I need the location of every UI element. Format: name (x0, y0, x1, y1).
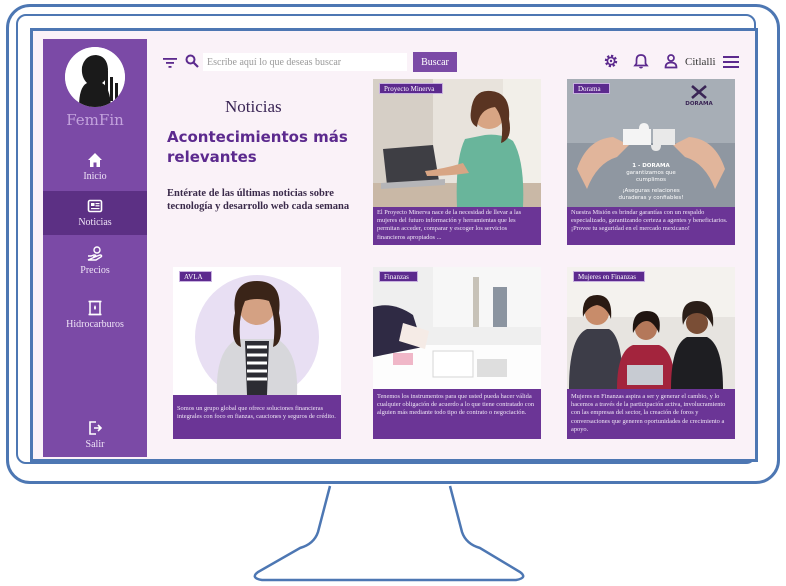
dorama-heading: 1 - DORAMA (632, 163, 670, 169)
news-card[interactable]: Proyecto Minerva El Proyecto Minerva nac… (373, 79, 541, 245)
card-description: Mujeres en Finanzas aspira a ser y gener… (571, 393, 726, 433)
news-card[interactable]: Mujeres en Finanzas Mujeres en Finanzas … (567, 267, 735, 439)
news-card[interactable]: Dorama DORAMA 1 - DORAMA garantizamos qu… (567, 79, 735, 245)
card-description: Tenemos los instrumentos para que usted … (377, 393, 535, 417)
search-input[interactable] (203, 53, 407, 71)
subtitle: Entérate de las últimas noticias sobre t… (167, 188, 350, 212)
filter-icon[interactable] (163, 57, 177, 69)
dorama-line: duraderas y confiables! (618, 195, 684, 201)
home-icon (88, 153, 102, 167)
nav-label: Inicio (83, 171, 107, 182)
dorama-line: garantizamos que cumplimos (626, 170, 676, 183)
search-icon[interactable] (185, 54, 199, 68)
menu-icon[interactable] (723, 56, 739, 68)
nav-item-inicio[interactable]: Inicio (43, 145, 147, 189)
card-tag: Dorama (573, 83, 610, 94)
bell-icon[interactable] (633, 53, 649, 69)
brand-name: FemFin (66, 111, 124, 129)
card-image (173, 267, 341, 395)
logout-icon (89, 421, 103, 435)
search-button[interactable]: Buscar (413, 52, 457, 72)
dorama-logo: DORAMA (679, 85, 719, 107)
card-tag: Finanzas (379, 271, 418, 282)
card-tag: AVLA (179, 271, 212, 282)
dorama-logo-text: DORAMA (685, 101, 713, 107)
femfin-logo (65, 47, 125, 107)
news-icon (87, 199, 103, 213)
card-description: El Proyecto Minerva nace de la necesidad… (377, 209, 522, 241)
card-image (373, 267, 541, 389)
nav-item-noticias[interactable]: Noticias (43, 191, 147, 235)
sidebar: FemFin Inicio Noticias Precios Hidrocarb… (43, 39, 147, 457)
news-card[interactable]: Finanzas Tenemos los instrumentos para q… (373, 267, 541, 439)
nav-item-salir[interactable]: Salir (43, 413, 147, 457)
nav-item-hidrocarburos[interactable]: Hidrocarburos (43, 293, 147, 337)
user-icon[interactable] (663, 53, 679, 69)
dorama-line: ¡Aseguras relaciones (622, 188, 680, 194)
gear-icon[interactable] (603, 53, 619, 69)
nav-label: Noticias (78, 217, 112, 228)
card-description: Nuestra Misión es brindar garantías con … (571, 209, 728, 233)
barrel-icon (88, 300, 102, 316)
nav-label: Salir (85, 439, 105, 450)
dorama-overlay-text: 1 - DORAMA garantizamos que cumplimos ¡A… (611, 163, 691, 202)
news-card[interactable]: AVLA Somos un grupo global que ofrece so… (173, 267, 341, 439)
app-screen: FemFin Inicio Noticias Precios Hidrocarb… (30, 28, 758, 462)
card-image (567, 267, 735, 389)
page-title: Noticias (225, 97, 282, 116)
nav-label: Precios (80, 265, 110, 276)
nav-item-precios[interactable]: Precios (43, 239, 147, 283)
hand-coin-icon (87, 246, 103, 261)
card-image (373, 79, 541, 207)
nav-label: Hidrocarburos (66, 319, 124, 330)
user-name[interactable]: Citlalli (685, 56, 716, 68)
card-tag: Mujeres en Finanzas (573, 271, 645, 282)
headline: Acontecimientos más relevantes (167, 128, 348, 166)
dorama-x-icon (691, 85, 707, 99)
card-description: Somos un grupo global que ofrece solucio… (177, 405, 336, 421)
card-tag: Proyecto Minerva (379, 83, 444, 94)
